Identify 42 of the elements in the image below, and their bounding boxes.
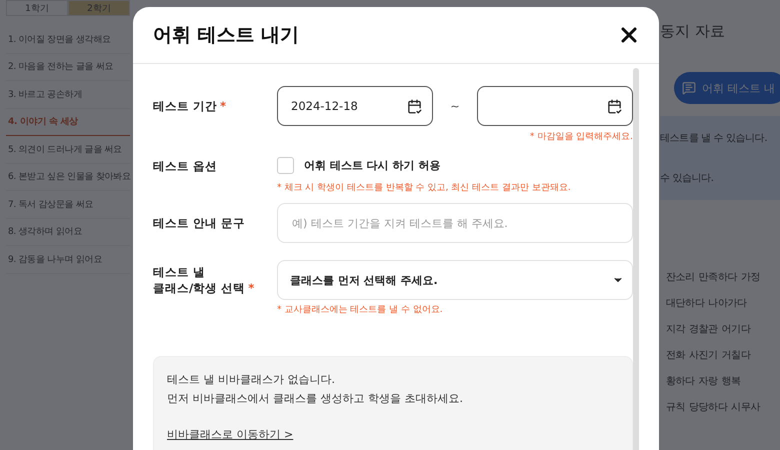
calendar-icon	[407, 98, 422, 114]
class-select[interactable]: 클래스를 먼저 선택해 주세요.	[277, 260, 633, 300]
error-message: * 마감일을 입력해주세요.	[528, 131, 633, 143]
retry-checkbox[interactable]	[277, 157, 294, 174]
checkbox-label: 어휘 테스트 다시 하기 허용	[304, 158, 440, 173]
guide-input-field[interactable]: 예) 테스트 기간을 지켜 테스트를 해 주세요.	[277, 203, 633, 243]
word-list: 황하다 자랑 행복	[666, 374, 780, 389]
dialog-title: 어휘 테스트 내기	[153, 23, 300, 48]
end-date-field[interactable]	[477, 86, 633, 126]
lesson-item[interactable]: 5. 의견이 드러나게 글을 써요	[6, 136, 130, 164]
semester-tab[interactable]: 1학기	[6, 0, 68, 16]
word-list: 잔소리 만족하다 가정	[666, 270, 780, 285]
option-note: * 체크 시 학생이 테스트를 반복할 수 있고, 최신 테스트 결과만 보관돼요.	[277, 182, 572, 194]
field-label: 테스트 안내 문구	[153, 215, 246, 231]
word-list: 대단하다 나아가다	[666, 296, 780, 311]
lesson-item[interactable]: 1. 이어질 장면을 생각해요	[6, 26, 130, 54]
calendar-icon	[607, 98, 622, 114]
start-date-field[interactable]: 2024-12-18	[277, 86, 433, 126]
section-title: 동지 자료	[660, 22, 726, 42]
message-icon	[682, 81, 696, 95]
lesson-item[interactable]: 9. 감동을 나누며 읽어요	[6, 246, 130, 274]
info-text: 먼저 비바클래스에서 클래스를 생성하고 학생을 초대하세요.	[167, 391, 464, 407]
notice-text: 테스트를 낼 수 있습니다.	[660, 132, 768, 145]
lesson-item[interactable]: 2. 마음을 전하는 글을 써요	[6, 54, 130, 81]
field-label: 테스트 옵션	[153, 158, 218, 174]
info-text: 테스트 낼 비바클래스가 없습니다.	[167, 372, 336, 388]
word-list: 지각 경찰관 어기다	[666, 322, 780, 337]
lesson-item[interactable]: 8. 생각하며 읽어요	[6, 218, 130, 246]
class-link[interactable]: 비바클래스로 이동하기 >	[167, 427, 294, 442]
vocabulary-test-button[interactable]: 어휘 테스트 내	[674, 72, 780, 104]
lesson-item[interactable]: 7. 독서 감상문을 써요	[6, 191, 130, 218]
range-separator: ~	[449, 100, 461, 112]
lesson-item[interactable]: 6. 본받고 싶은 인물을 찾아봐요	[6, 164, 130, 191]
semester-tab[interactable]: 2학기	[68, 0, 130, 16]
word-list: 전화 사진기 거칠다	[666, 348, 780, 363]
field-label: 테스트 기간 *	[153, 98, 228, 114]
select-note: * 교사클래스에는 테스트를 낼 수 없어요.	[277, 304, 444, 316]
word-list: 규칙 당당하다 시무사	[666, 400, 780, 415]
field-label: 테스트 낼 클래스/학생 선택 *	[153, 264, 256, 296]
notice-text: 수 있습니다.	[660, 172, 715, 185]
lesson-item[interactable]: 3. 바르고 공손하게	[6, 81, 130, 108]
lesson-item[interactable]: 4. 이야기 속 세상	[6, 108, 130, 136]
